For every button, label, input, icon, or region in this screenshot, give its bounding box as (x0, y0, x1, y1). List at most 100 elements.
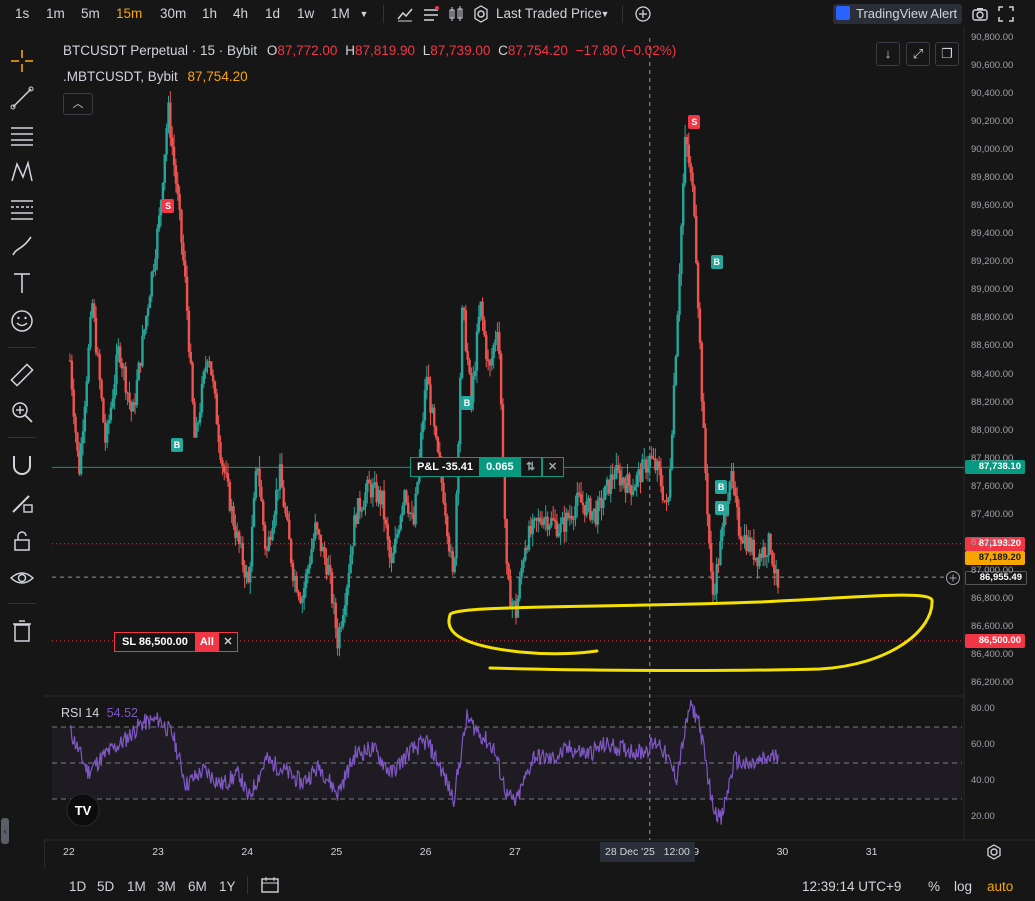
candle-body (708, 514, 711, 544)
stop-loss-label[interactable]: SL 86,500.00 All ✕ (114, 632, 238, 652)
candle-body (492, 344, 495, 359)
candle-body (382, 490, 386, 520)
buy-marker[interactable]: B (460, 395, 473, 410)
candle-body (254, 470, 258, 498)
range-1y[interactable]: 1Y (219, 879, 236, 894)
secondary-value: 87,754.20 (187, 69, 248, 84)
date-range-icon[interactable] (260, 876, 280, 894)
candle-body (74, 416, 77, 433)
candle-body (663, 500, 666, 502)
candle-body (442, 482, 445, 503)
cancel-sl-icon[interactable]: ✕ (217, 632, 238, 652)
ohlc-change: −17.80 (−0.02%) (575, 43, 677, 58)
position-label[interactable]: P&L -35.41 0.065 ⇅ ✕ (410, 457, 564, 477)
candle-body (522, 560, 525, 569)
candle-body (158, 215, 161, 229)
candle-body (553, 519, 557, 522)
candle-body (520, 568, 523, 578)
time-tick: 27 (509, 846, 521, 858)
pnl-value: P&L -35.41 (410, 457, 481, 477)
range-6m[interactable]: 6M (188, 879, 207, 894)
sl-value: SL 86,500.00 (114, 632, 196, 652)
candle-body (358, 498, 362, 512)
candle-body (185, 276, 189, 311)
candle-body (284, 506, 287, 514)
reverse-position-icon[interactable]: ⇅ (519, 457, 542, 477)
restore-pane-button[interactable]: ❐ (935, 42, 959, 66)
candle-body (680, 225, 683, 275)
candle-body (617, 465, 620, 471)
candle-body (312, 538, 315, 550)
price-tick: 88,000.00 (971, 424, 1014, 436)
time-tick: 30 (776, 846, 789, 858)
candle-body (669, 468, 672, 498)
candle-body (505, 518, 508, 565)
range-1m[interactable]: 1M (127, 879, 146, 894)
candle-body (414, 493, 417, 525)
price-tick: 87,800.00 (971, 452, 1014, 464)
candle-body (330, 572, 334, 604)
candle-body (341, 615, 345, 627)
candle-body (72, 389, 75, 417)
candle-body (670, 434, 674, 469)
sell-marker[interactable]: S (162, 199, 175, 214)
candle-body (576, 492, 579, 506)
candle-body (250, 526, 254, 567)
candle-body (178, 193, 181, 210)
candle-body (473, 370, 477, 377)
ohlc-high: 87,819.90 (354, 43, 415, 58)
range-3m[interactable]: 3M (157, 879, 176, 894)
candle-body (349, 555, 352, 574)
buy-marker[interactable]: B (710, 255, 723, 270)
sl-all[interactable]: All (195, 632, 218, 652)
price-tick: 88,600.00 (971, 340, 1014, 352)
candle-body (295, 575, 298, 592)
auto-toggle[interactable]: auto (987, 879, 1013, 894)
price-tick: 89,400.00 (971, 228, 1014, 240)
candle-body (364, 492, 367, 507)
collapse-legend-button[interactable]: ︿ (63, 93, 93, 115)
price-tick: 90,600.00 (971, 60, 1014, 72)
candle-body (328, 565, 332, 573)
candle-body (297, 591, 300, 597)
percent-toggle[interactable]: % (928, 879, 940, 894)
candle-body (444, 502, 447, 516)
candle-body (302, 588, 306, 599)
candle-body (572, 519, 575, 521)
candle-body (334, 602, 337, 629)
candle-body (464, 310, 468, 351)
log-toggle[interactable]: log (954, 879, 972, 894)
candle-body (689, 163, 692, 173)
candle-body (171, 137, 174, 147)
candle-body (195, 423, 198, 438)
buy-marker[interactable]: B (171, 437, 184, 452)
candle-body (351, 546, 354, 556)
candle-body (574, 505, 577, 520)
sell-marker[interactable]: S (688, 115, 701, 130)
chart-canvas[interactable] (0, 0, 1035, 901)
candle-body (667, 497, 670, 503)
buy-marker[interactable]: B (715, 500, 728, 515)
candle-body (446, 515, 449, 537)
candle-body (345, 587, 349, 606)
clock-timezone[interactable]: 12:39:14 UTC+9 (802, 879, 901, 894)
bottom-toolbar: 1D 5D 1M 3M 6M 1Y 12:39:14 UTC+9 % log a… (0, 868, 1035, 901)
range-1d[interactable]: 1D (69, 879, 86, 894)
buy-marker[interactable]: B (715, 479, 728, 494)
range-5d[interactable]: 5D (97, 879, 114, 894)
position-qty: 0.065 (480, 457, 520, 477)
candle-body (202, 371, 205, 384)
ohlc-low: 87,739.00 (430, 43, 491, 58)
candle-body (189, 351, 192, 363)
candle-body (713, 593, 717, 595)
candle-body (635, 475, 638, 487)
close-position-icon[interactable]: ✕ (541, 457, 564, 477)
candle-body (728, 481, 731, 501)
scroll-down-button[interactable]: ↓ (876, 42, 900, 66)
candle-body (672, 385, 676, 435)
candle-body (542, 518, 546, 525)
add-alert-icon[interactable] (945, 570, 961, 586)
maximize-pane-button[interactable]: ⤢ (906, 42, 930, 66)
chart-settings-gear-icon[interactable] (985, 843, 1003, 861)
ohlc-open-label: O (266, 43, 278, 58)
